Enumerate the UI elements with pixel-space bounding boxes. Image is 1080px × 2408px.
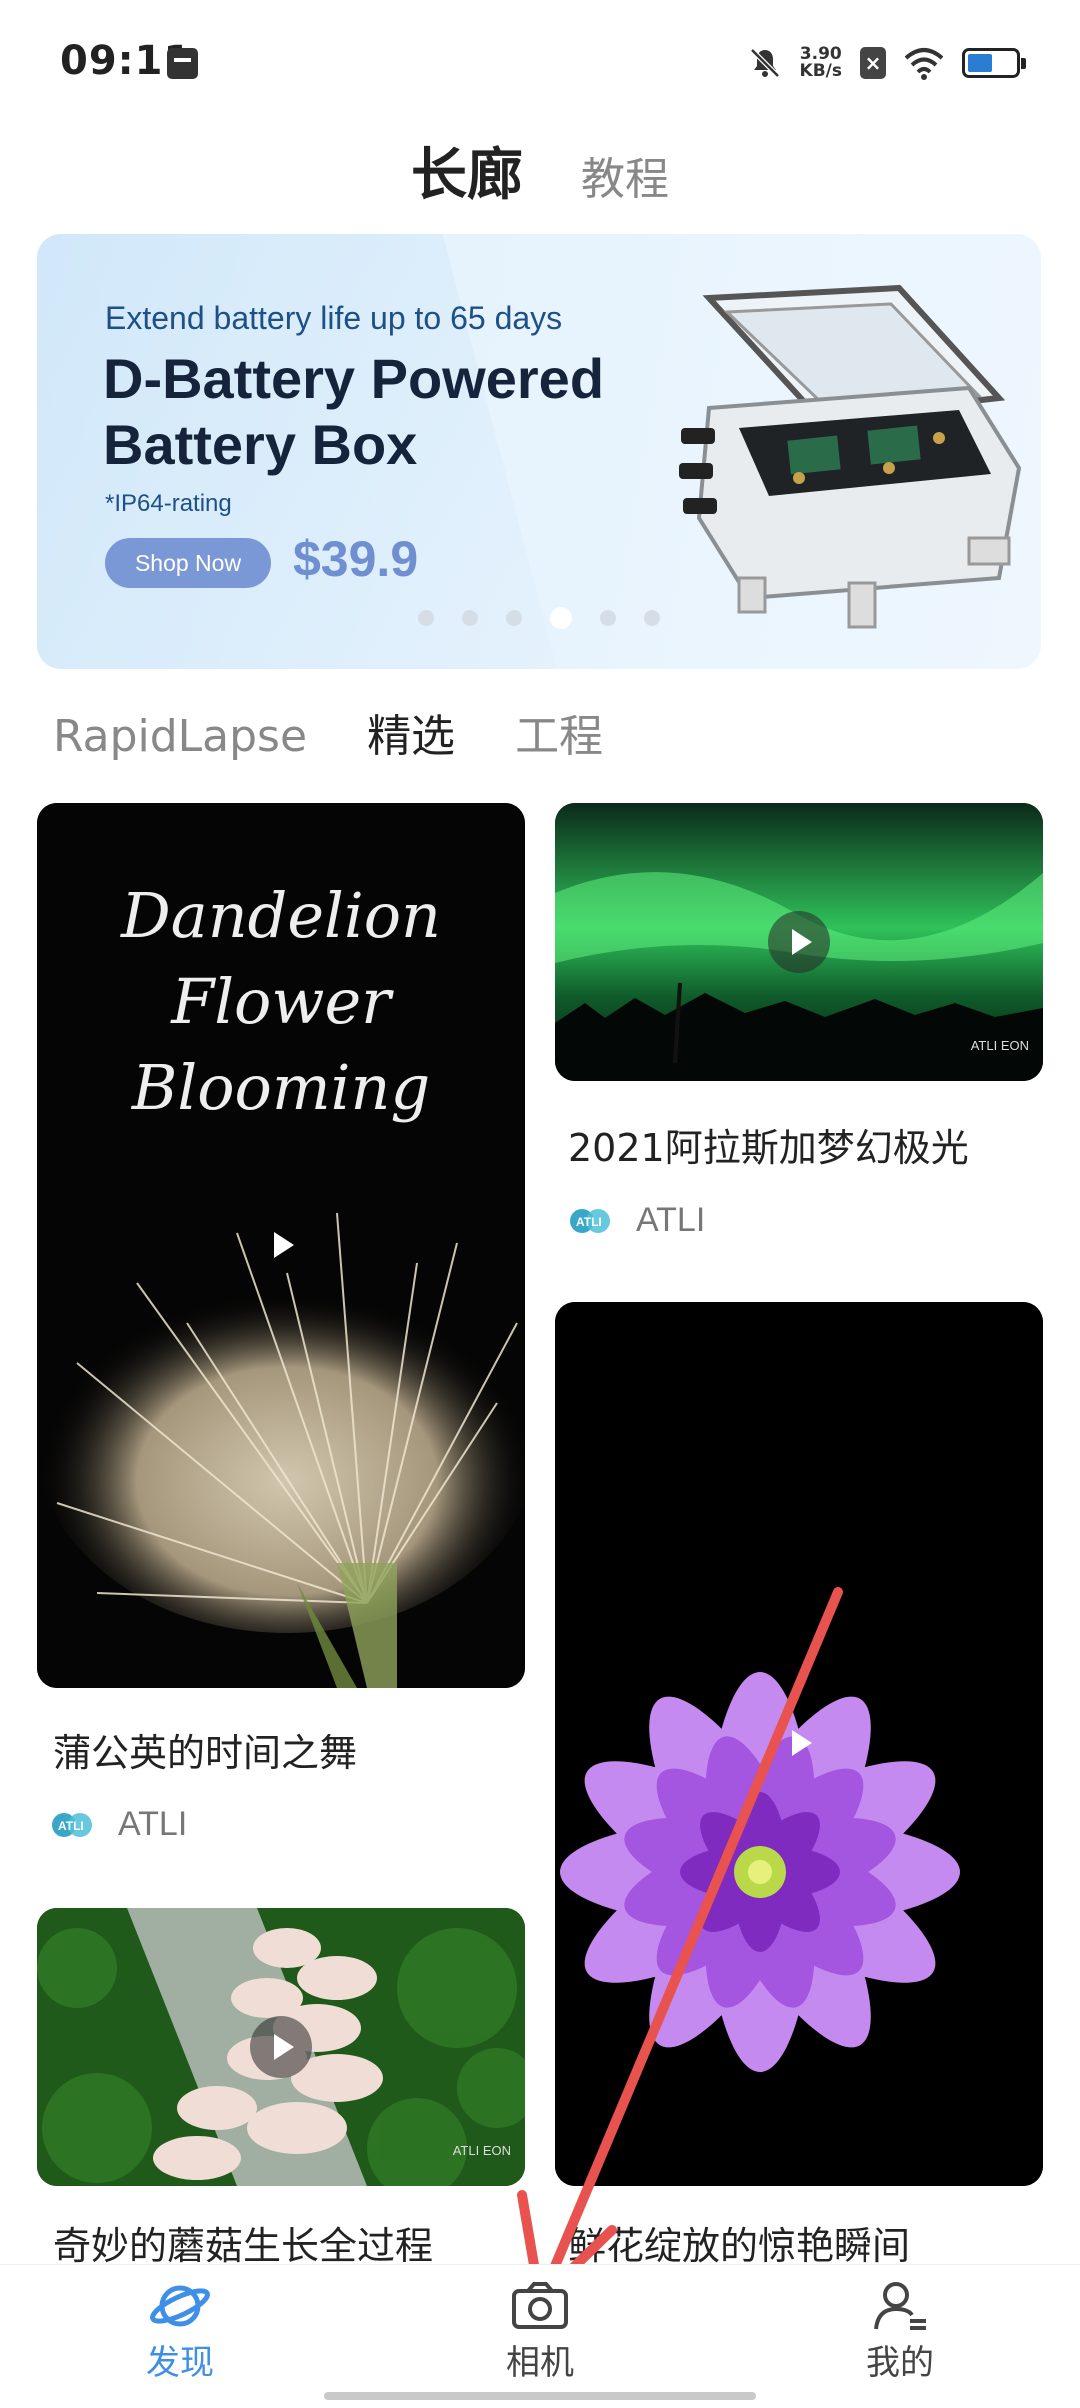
battery-box-product-image xyxy=(679,284,1022,629)
nav-profile[interactable]: 我的 xyxy=(810,2279,990,2384)
nav-label: 我的 xyxy=(866,2343,934,2383)
wifi-icon xyxy=(904,48,944,80)
tab-rapidlapse[interactable]: RapidLapse xyxy=(53,711,307,762)
atli-logo-icon: ATLI xyxy=(570,1208,610,1233)
pager-dot[interactable] xyxy=(462,610,478,626)
status-bar: 09:11 3.90 KB/s × xyxy=(0,0,1080,120)
nav-label: 相机 xyxy=(506,2343,574,2383)
card-author[interactable]: ATLI ATLI xyxy=(50,1805,187,1844)
video-thumbnail-dahlia[interactable] xyxy=(555,1302,1043,2186)
play-icon[interactable] xyxy=(250,2016,312,2078)
bell-off-icon xyxy=(749,48,780,78)
network-speed-unit: KB/s xyxy=(799,61,842,81)
svg-text:ATLI: ATLI xyxy=(58,1819,84,1833)
play-icon[interactable] xyxy=(250,1214,312,1276)
camera-icon xyxy=(512,2282,568,2329)
author-name: ATLI xyxy=(118,1805,188,1843)
video-watermark: ATLI EON xyxy=(452,2143,511,2158)
promo-banner[interactable]: Extend battery life up to 65 days D-Batt… xyxy=(37,234,1041,669)
pager-dot[interactable] xyxy=(418,610,434,626)
card-title[interactable]: 蒲公英的时间之舞 xyxy=(53,1722,357,1777)
overlay-line: Flower xyxy=(171,965,391,1038)
user-icon xyxy=(874,2282,926,2330)
author-name: ATLI xyxy=(636,1201,706,1239)
notification-app-icon xyxy=(167,48,198,79)
video-watermark: ATLI EON xyxy=(970,1038,1029,1053)
battery-icon xyxy=(962,48,1026,78)
card-title[interactable]: 2021阿拉斯加梦幻极光 xyxy=(568,1117,969,1172)
banner-pager xyxy=(37,607,1041,629)
banner-rating: *IP64-rating xyxy=(105,490,232,517)
shop-now-button[interactable]: Shop Now xyxy=(105,538,271,588)
overlay-line: Dandelion xyxy=(121,879,441,952)
pager-dot[interactable] xyxy=(506,610,522,626)
category-tabs: RapidLapse 精选 工程 xyxy=(53,700,603,764)
banner-title: D-Battery Powered Battery Box xyxy=(103,347,605,476)
banner-price: $39.9 xyxy=(293,531,419,587)
banner-kicker: Extend battery life up to 65 days xyxy=(105,300,563,336)
overlay-line: Blooming xyxy=(131,1051,431,1124)
video-thumbnail-mushrooms[interactable]: ATLI EON xyxy=(37,1908,525,2186)
video-thumbnail-dandelion[interactable]: Dandelion Flower Blooming xyxy=(37,803,525,1688)
play-icon[interactable] xyxy=(768,911,830,973)
card-title[interactable]: 奇妙的蘑菇生长全过程 xyxy=(53,2215,433,2270)
tab-tutorials[interactable]: 教程 xyxy=(581,143,669,207)
svg-text:ATLI: ATLI xyxy=(576,1215,602,1229)
tab-gallery[interactable]: 长廊 xyxy=(411,130,523,211)
video-thumbnail-aurora[interactable]: ATLI EON xyxy=(555,803,1043,1081)
pager-dot-active[interactable] xyxy=(550,607,572,629)
card-title[interactable]: 鲜花绽放的惊艳瞬间 xyxy=(568,2215,910,2270)
play-icon[interactable] xyxy=(768,1712,830,1774)
tab-featured[interactable]: 精选 xyxy=(367,700,455,764)
nav-discover[interactable]: 发现 xyxy=(90,2279,270,2384)
tab-projects[interactable]: 工程 xyxy=(515,700,603,764)
card-author[interactable]: ATLI ATLI xyxy=(568,1201,705,1240)
no-sim-icon: × xyxy=(860,47,886,79)
pager-dot[interactable] xyxy=(644,610,660,626)
network-speed: 3.90 KB/s xyxy=(800,46,842,80)
pager-dot[interactable] xyxy=(600,610,616,626)
nav-label: 发现 xyxy=(146,2343,214,2383)
planet-icon xyxy=(150,2285,210,2327)
dandelion-title-overlay: Dandelion Flower Blooming xyxy=(37,873,525,1131)
status-icons: 3.90 KB/s × xyxy=(748,38,1026,88)
top-tabs: 长廊 教程 xyxy=(0,130,1080,211)
nav-camera[interactable]: 相机 xyxy=(450,2279,630,2384)
bottom-navigation: 发现 相机 我的 xyxy=(0,2264,1080,2408)
home-indicator[interactable] xyxy=(324,2392,756,2400)
atli-logo-icon: ATLI xyxy=(52,1812,92,1837)
